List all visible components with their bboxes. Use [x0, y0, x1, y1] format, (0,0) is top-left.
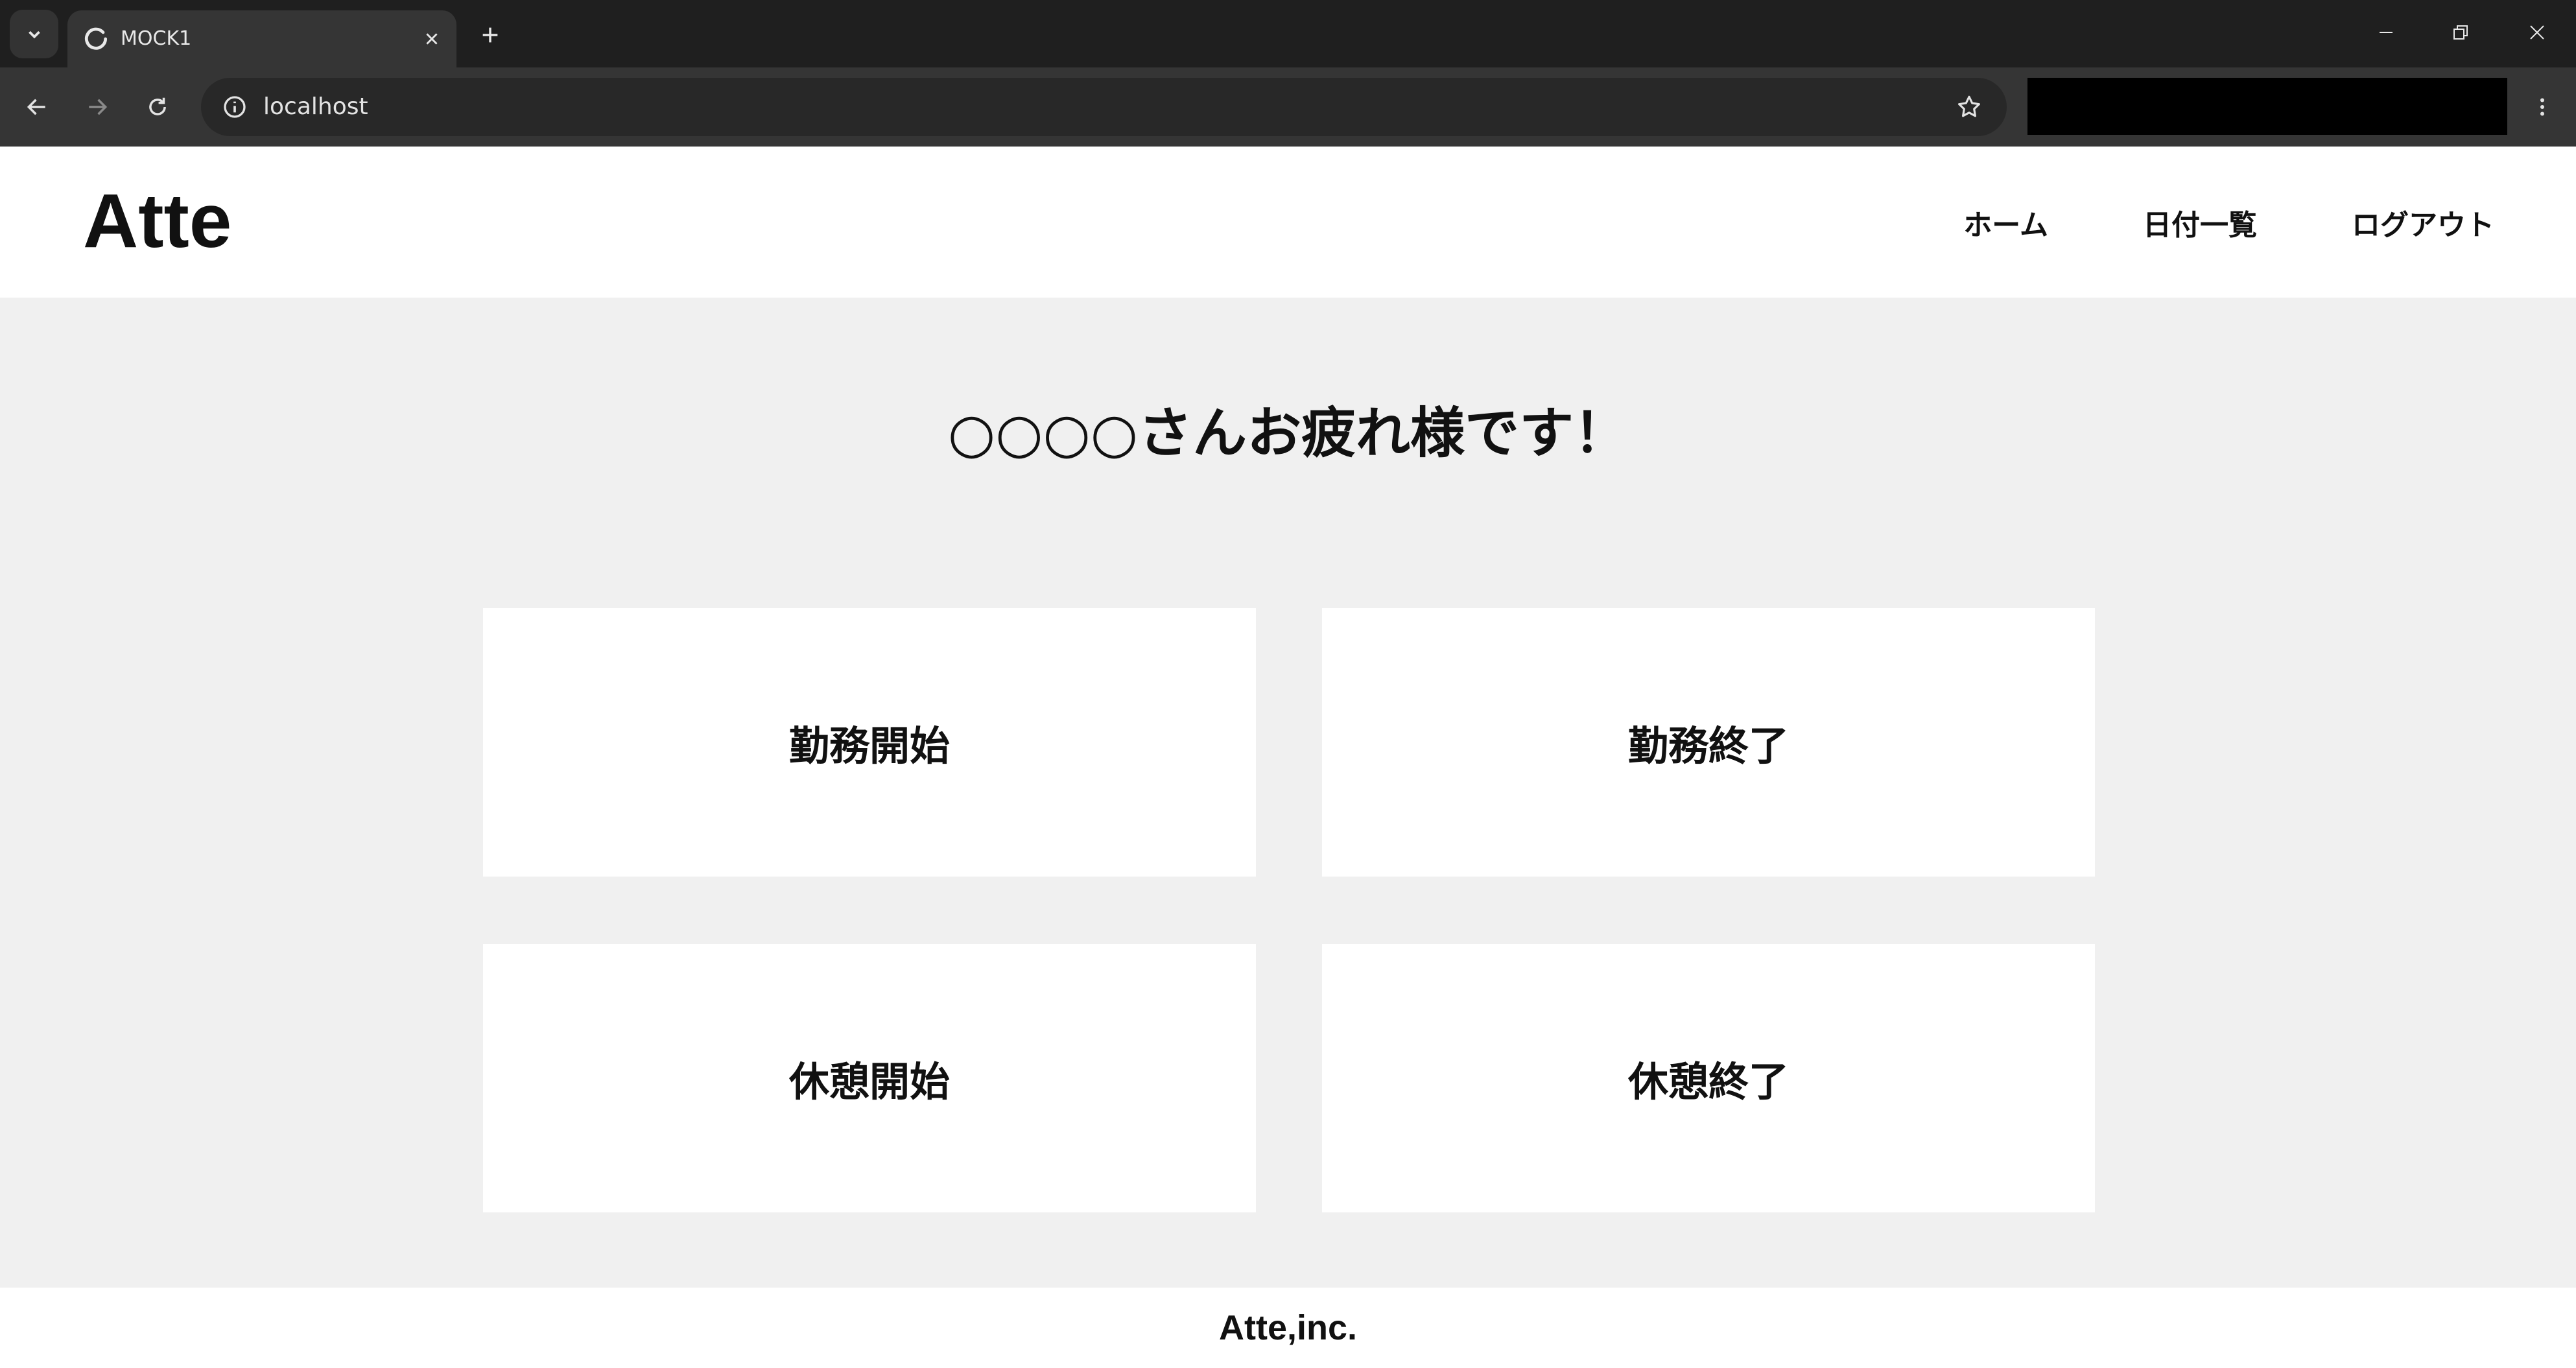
greeting-message: ○○○○さんお疲れ様です！ [947, 401, 1629, 465]
main-nav: ホーム 日付一覧 ログアウト [1963, 147, 2494, 298]
redacted-area [2027, 78, 2507, 135]
work-end-button[interactable]: 勤務終了 [1322, 608, 2095, 877]
info-icon [224, 96, 246, 118]
break-end-button[interactable]: 休憩終了 [1322, 944, 2095, 1212]
reload-button[interactable] [135, 84, 180, 130]
browser-chrome: MOCK1 localhost [0, 0, 2576, 147]
tab-title: MOCK1 [121, 27, 192, 50]
arrow-left-icon [27, 99, 45, 115]
close-window-button[interactable] [2511, 12, 2563, 53]
plus-icon [482, 27, 498, 43]
address-bar[interactable]: localhost [201, 78, 2007, 136]
close-icon [2530, 25, 2544, 40]
new-tab-button[interactable] [472, 17, 508, 53]
break-start-button[interactable]: 休憩開始 [483, 944, 1256, 1212]
close-icon [426, 33, 438, 45]
chevron-down-icon [28, 30, 40, 38]
minimize-icon [2380, 32, 2393, 33]
arrow-right-icon [89, 99, 108, 115]
browser-toolbar: localhost [0, 67, 2576, 147]
browser-tab[interactable]: MOCK1 [67, 10, 456, 67]
nav-link-home[interactable]: ホーム [1963, 202, 2048, 243]
tab-strip: MOCK1 [0, 0, 2576, 67]
page: Atte ホーム 日付一覧 ログアウト ○○○○さんお疲れ様です！ 勤務開始 勤… [0, 147, 2576, 1368]
kebab-menu-icon [2540, 98, 2544, 116]
forward-button[interactable] [75, 84, 120, 130]
work-start-button[interactable]: 勤務開始 [483, 608, 1256, 877]
nav-link-date-list[interactable]: 日付一覧 [2143, 202, 2257, 243]
back-button[interactable] [14, 84, 60, 130]
minimize-button[interactable] [2360, 12, 2412, 53]
footer-copyright: Atte,inc. [1218, 1308, 1358, 1347]
bookmark-button[interactable] [1948, 86, 1990, 128]
restore-icon [2453, 25, 2468, 40]
url-text: localhost [263, 93, 368, 120]
reload-icon [149, 97, 166, 115]
site-header: Atte ホーム 日付一覧 ログアウト [0, 147, 2576, 298]
restore-button[interactable] [2435, 12, 2487, 53]
logo: Atte [83, 178, 232, 264]
tab-search-button[interactable] [10, 10, 58, 58]
loading-spinner-icon [84, 27, 108, 50]
browser-menu-button[interactable] [2520, 84, 2565, 130]
star-icon [1958, 95, 1980, 117]
site-footer: Atte,inc. [0, 1288, 2576, 1368]
site-info-button[interactable] [214, 86, 255, 128]
tab-close-button[interactable] [418, 25, 446, 53]
nav-link-logout[interactable]: ログアウト [2352, 202, 2494, 243]
